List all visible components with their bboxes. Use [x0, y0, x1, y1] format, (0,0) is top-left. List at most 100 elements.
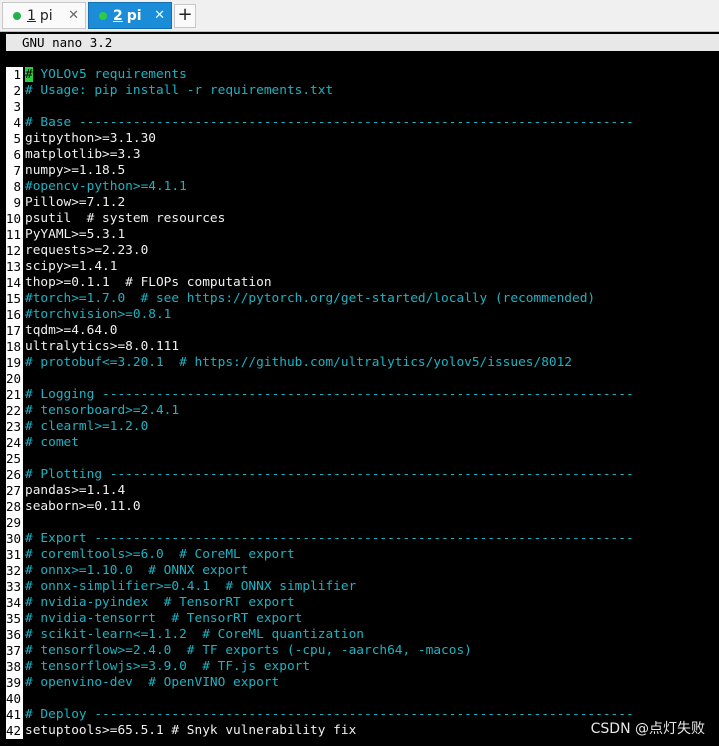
line-number: 2: [6, 83, 23, 99]
tab-1-pi[interactable]: 1 pi ✕: [2, 2, 86, 29]
line-number: 34: [6, 595, 23, 611]
code-line[interactable]: 2 # Usage: pip install -r requirements.tx…: [6, 83, 719, 99]
code-line[interactable]: 25: [6, 451, 719, 467]
code-line[interactable]: 4 # Base --------------------------------…: [6, 115, 719, 131]
code-line[interactable]: 22 # tensorboard>=2.4.1: [6, 403, 719, 419]
line-number: 19: [6, 355, 23, 371]
code-line[interactable]: 13 scipy>=1.4.1: [6, 259, 719, 275]
line-number: 15: [6, 291, 23, 307]
line-number: 40: [6, 691, 23, 707]
code-line[interactable]: 31 # coremltools>=6.0 # CoreML export: [6, 547, 719, 563]
add-tab-button[interactable]: +: [174, 4, 196, 28]
line-number: 26: [6, 467, 23, 483]
code-line[interactable]: 29: [6, 515, 719, 531]
connection-status-icon: [13, 11, 21, 20]
code-line[interactable]: 3: [6, 99, 719, 115]
code-line[interactable]: 10 psutil # system resources: [6, 211, 719, 227]
code-line[interactable]: 27 pandas>=1.1.4: [6, 483, 719, 499]
line-text: # Usage: pip install -r requirements.txt: [25, 83, 334, 98]
line-text: PyYAML>=5.3.1: [25, 227, 126, 242]
code-line[interactable]: 32 # onnx>=1.10.0 # ONNX export: [6, 563, 719, 579]
line-number: 25: [6, 451, 23, 467]
code-line[interactable]: 19 # protobuf<=3.20.1 # https://github.co…: [6, 355, 719, 371]
line-text: # tensorboard>=2.4.1: [25, 403, 180, 418]
line-number: 11: [6, 227, 23, 243]
line-number: 36: [6, 627, 23, 643]
line-text: # nvidia-tensorrt # TensorRT export: [25, 611, 303, 626]
watermark: CSDN @点灯失败: [590, 721, 705, 737]
code-line[interactable]: 17 tqdm>=4.64.0: [6, 323, 719, 339]
line-number: 30: [6, 531, 23, 547]
code-line[interactable]: 11 PyYAML>=5.3.1: [6, 227, 719, 243]
line-text: # comet: [25, 435, 79, 450]
code-line[interactable]: 36 # scikit-learn<=1.1.2 # CoreML quantiz…: [6, 627, 719, 643]
line-text: # YOLOv5 requirements: [25, 67, 187, 82]
code-line[interactable]: 38 # tensorflowjs>=3.9.0 # TF.js export: [6, 659, 719, 675]
code-line[interactable]: 37 # tensorflow>=2.4.0 # TF exports (-cpu…: [6, 643, 719, 659]
line-number: 22: [6, 403, 23, 419]
line-text: pandas>=1.1.4: [25, 483, 126, 498]
line-text: requests>=2.23.0: [25, 243, 149, 258]
line-text: # openvino-dev # OpenVINO export: [25, 675, 280, 690]
line-text: # onnx-simplifier>=0.4.1 # ONNX simplifi…: [25, 579, 357, 594]
close-icon[interactable]: ✕: [68, 8, 79, 23]
line-text: # Deploy -------------------------------…: [25, 707, 634, 722]
line-text: # Export -------------------------------…: [25, 531, 634, 546]
tab-number: 2: [113, 7, 123, 24]
code-line[interactable]: 26 # Plotting ---------------------------…: [6, 467, 719, 483]
code-line[interactable]: 6 matplotlib>=3.3: [6, 147, 719, 163]
line-text: matplotlib>=3.3: [25, 147, 141, 162]
line-number: 27: [6, 483, 23, 499]
line-number: 20: [6, 371, 23, 387]
line-text: numpy>=1.18.5: [25, 163, 126, 178]
code-line[interactable]: 21 # Logging ----------------------------…: [6, 387, 719, 403]
code-line[interactable]: 18 ultralytics>=8.0.111: [6, 339, 719, 355]
line-text: # tensorflowjs>=3.9.0 # TF.js export: [25, 659, 311, 674]
code-line[interactable]: 15 #torch>=1.7.0 # see https://pytorch.or…: [6, 291, 719, 307]
line-text: thop>=0.1.1 # FLOPs computation: [25, 275, 272, 290]
line-number: 38: [6, 659, 23, 675]
close-icon[interactable]: ✕: [154, 8, 165, 23]
line-number: 29: [6, 515, 23, 531]
code-line[interactable]: 5 gitpython>=3.1.30: [6, 131, 719, 147]
tab-label: pi: [39, 7, 53, 24]
nano-title-bar: GNU nano 3.2: [6, 34, 719, 51]
line-text: # onnx>=1.10.0 # ONNX export: [25, 563, 249, 578]
code-line[interactable]: 30 # Export -----------------------------…: [6, 531, 719, 547]
code-line[interactable]: 23 # clearml>=1.2.0: [6, 419, 719, 435]
code-line[interactable]: 24 # comet: [6, 435, 719, 451]
line-text: seaborn>=0.11.0: [25, 499, 141, 514]
line-text: setuptools>=65.5.1 # Snyk vulnerability …: [25, 723, 357, 738]
code-line[interactable]: 20: [6, 371, 719, 387]
line-text: # Logging ------------------------------…: [25, 387, 634, 402]
line-number: 32: [6, 563, 23, 579]
line-number: 18: [6, 339, 23, 355]
line-text: #torchvision>=0.8.1: [25, 307, 172, 322]
code-line[interactable]: 33 # onnx-simplifier>=0.4.1 # ONNX simpli…: [6, 579, 719, 595]
line-text: gitpython>=3.1.30: [25, 131, 156, 146]
editor-area[interactable]: 1 # YOLOv5 requirements 2 # Usage: pip inst…: [6, 67, 719, 739]
code-line[interactable]: 7 numpy>=1.18.5: [6, 163, 719, 179]
code-line[interactable]: 35 # nvidia-tensorrt # TensorRT export: [6, 611, 719, 627]
line-number: 41: [6, 707, 23, 723]
line-number: 6: [6, 147, 23, 163]
code-line[interactable]: 16 #torchvision>=0.8.1: [6, 307, 719, 323]
code-line[interactable]: 9 Pillow>=7.1.2: [6, 195, 719, 211]
code-line[interactable]: 28 seaborn>=0.11.0: [6, 499, 719, 515]
code-line[interactable]: 34 # nvidia-pyindex # TensorRT export: [6, 595, 719, 611]
code-line[interactable]: 12 requests>=2.23.0: [6, 243, 719, 259]
code-line[interactable]: 1 # YOLOv5 requirements: [6, 67, 719, 83]
line-number: 24: [6, 435, 23, 451]
code-line[interactable]: 40: [6, 691, 719, 707]
line-number: 3: [6, 99, 23, 115]
line-text: scipy>=1.4.1: [25, 259, 118, 274]
code-line[interactable]: 8 #opencv-python>=4.1.1: [6, 179, 719, 195]
tab-2-pi[interactable]: 2 pi ✕: [88, 2, 172, 29]
line-text: # tensorflow>=2.4.0 # TF exports (-cpu, …: [25, 643, 472, 658]
code-line[interactable]: 39 # openvino-dev # OpenVINO export: [6, 675, 719, 691]
line-text: # protobuf<=3.20.1 # https://github.com/…: [25, 355, 573, 370]
line-number: 5: [6, 131, 23, 147]
line-text: # Plotting -----------------------------…: [25, 467, 634, 482]
code-line[interactable]: 14 thop>=0.1.1 # FLOPs computation: [6, 275, 719, 291]
line-number: 39: [6, 675, 23, 691]
